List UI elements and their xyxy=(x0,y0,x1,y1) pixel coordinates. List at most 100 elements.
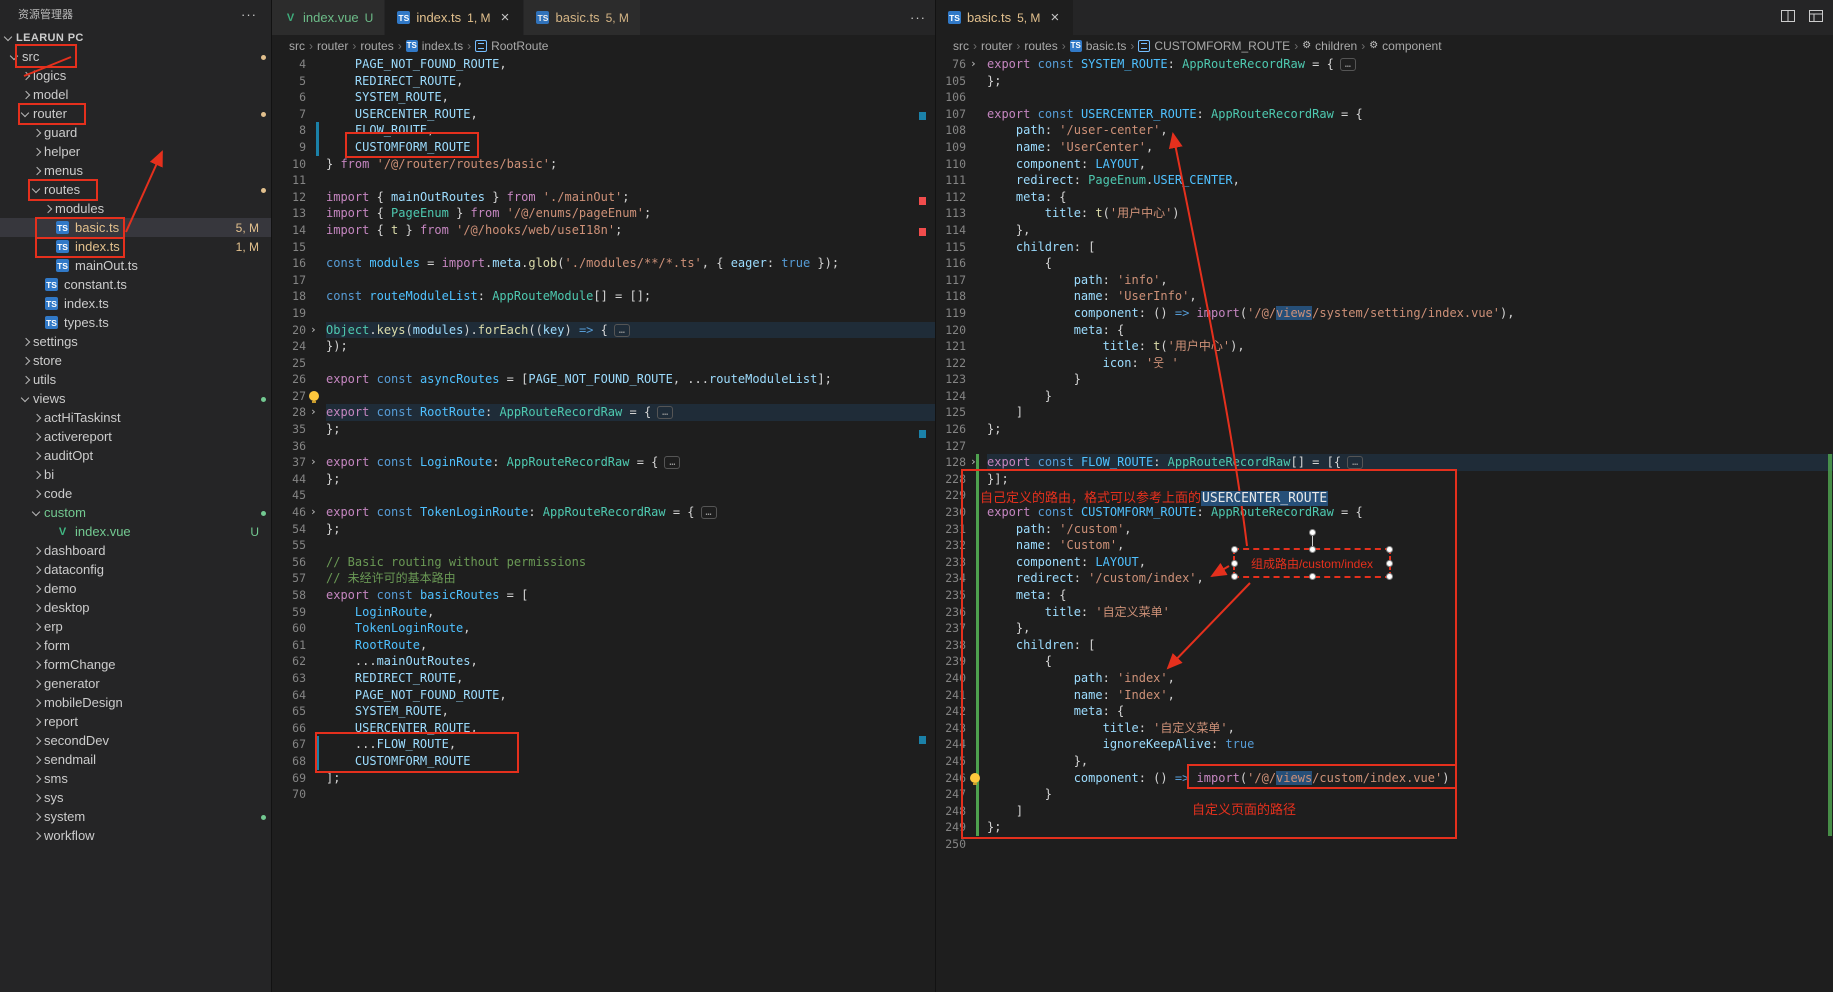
breadcrumb-item-router[interactable]: router xyxy=(981,39,1012,53)
tree-file-mainOut.ts[interactable]: TSmainOut.ts xyxy=(0,256,271,275)
split-editor-icon[interactable] xyxy=(1780,8,1796,27)
tree-folder-guard[interactable]: guard xyxy=(0,123,271,142)
code-line-60[interactable]: 60 TokenLoginRoute, xyxy=(272,620,936,637)
tree-folder-form[interactable]: form xyxy=(0,636,271,655)
code-line-235[interactable]: 235 meta: { xyxy=(936,587,1833,604)
code-line-62[interactable]: 62 ...mainOutRoutes, xyxy=(272,653,936,670)
code-line-109[interactable]: 109 name: 'UserCenter', xyxy=(936,139,1833,156)
code-line-246[interactable]: 246 component: () => import('/@/views/cu… xyxy=(936,770,1833,787)
tree-folder-model[interactable]: model xyxy=(0,85,271,104)
breadcrumb-item-component[interactable]: component xyxy=(1369,39,1441,53)
code-line-25[interactable]: 25 xyxy=(272,355,936,372)
breadcrumb-item-routes[interactable]: routes xyxy=(1024,39,1057,53)
fold-chevron-icon[interactable]: › xyxy=(970,56,977,73)
code-line-14[interactable]: 14import { t } from '/@/hooks/web/useI18… xyxy=(272,222,936,239)
code-line-111[interactable]: 111 redirect: PageEnum.USER_CENTER, xyxy=(936,172,1833,189)
code-line-248[interactable]: 248 ] xyxy=(936,803,1833,820)
fold-chevron-icon[interactable]: › xyxy=(310,322,317,339)
more-actions-icon[interactable]: ··· xyxy=(241,7,257,22)
code-line-121[interactable]: 121 title: t('用户中心'), xyxy=(936,338,1833,355)
tree-folder-menus[interactable]: menus xyxy=(0,161,271,180)
breadcrumb-item-routes[interactable]: routes xyxy=(360,39,393,53)
code-line-20[interactable]: 20›Object.keys(modules).forEach((key) =>… xyxy=(272,322,936,339)
code-line-57[interactable]: 57// 未经许可的基本路由 xyxy=(272,570,936,587)
tab-index.ts[interactable]: TSindex.ts1, M× xyxy=(385,0,524,35)
code-line-65[interactable]: 65 SYSTEM_ROUTE, xyxy=(272,703,936,720)
code-line-229[interactable]: 229 xyxy=(936,487,1833,504)
code-line-68[interactable]: 68 CUSTOMFORM_ROUTE xyxy=(272,753,936,770)
more-actions-icon[interactable]: ··· xyxy=(910,10,926,25)
close-icon[interactable]: × xyxy=(1047,9,1062,26)
tree-folder-routes[interactable]: routes xyxy=(0,180,271,199)
code-line-241[interactable]: 241 name: 'Index', xyxy=(936,687,1833,704)
code-line-69[interactable]: 69]; xyxy=(272,770,936,787)
code-line-230[interactable]: 230export const CUSTOMFORM_ROUTE: AppRou… xyxy=(936,504,1833,521)
code-line-26[interactable]: 26export const asyncRoutes = [PAGE_NOT_F… xyxy=(272,371,936,388)
folded-code-ellipsis[interactable]: … xyxy=(664,456,680,469)
customize-layout-icon[interactable] xyxy=(1808,8,1824,27)
code-line-118[interactable]: 118 name: 'UserInfo', xyxy=(936,288,1833,305)
code-line-6[interactable]: 6 SYSTEM_ROUTE, xyxy=(272,89,936,106)
code-line-105[interactable]: 105}; xyxy=(936,73,1833,90)
tree-folder-logics[interactable]: logics xyxy=(0,66,271,85)
code-line-11[interactable]: 11 xyxy=(272,172,936,189)
resize-handle[interactable] xyxy=(1309,546,1316,553)
workspace-section-header[interactable]: LEARUN PC xyxy=(0,28,271,47)
tree-file-constant.ts[interactable]: TSconstant.ts xyxy=(0,275,271,294)
code-line-110[interactable]: 110 component: LAYOUT, xyxy=(936,156,1833,173)
close-icon[interactable]: × xyxy=(497,9,512,26)
folded-code-ellipsis[interactable]: … xyxy=(1340,58,1356,71)
code-line-37[interactable]: 37›export const LoginRoute: AppRouteReco… xyxy=(272,454,936,471)
code-line-36[interactable]: 36 xyxy=(272,438,936,455)
code-line-13[interactable]: 13import { PageEnum } from '/@/enums/pag… xyxy=(272,205,936,222)
tree-folder-erp[interactable]: erp xyxy=(0,617,271,636)
tree-folder-generator[interactable]: generator xyxy=(0,674,271,693)
code-line-238[interactable]: 238 children: [ xyxy=(936,637,1833,654)
code-line-58[interactable]: 58export const basicRoutes = [ xyxy=(272,587,936,604)
breadcrumb-item-children[interactable]: children xyxy=(1302,39,1357,53)
code-line-125[interactable]: 125 ] xyxy=(936,404,1833,421)
code-line-70[interactable]: 70 xyxy=(272,786,936,803)
code-line-106[interactable]: 106 xyxy=(936,89,1833,106)
resize-handle[interactable] xyxy=(1386,560,1393,567)
tree-folder-settings[interactable]: settings xyxy=(0,332,271,351)
tree-folder-modules[interactable]: modules xyxy=(0,199,271,218)
tree-folder-report[interactable]: report xyxy=(0,712,271,731)
code-line-63[interactable]: 63 REDIRECT_ROUTE, xyxy=(272,670,936,687)
tree-folder-actHiTaskinst[interactable]: actHiTaskinst xyxy=(0,408,271,427)
code-line-120[interactable]: 120 meta: { xyxy=(936,322,1833,339)
folded-code-ellipsis[interactable]: … xyxy=(701,506,717,519)
breadcrumb-item-router[interactable]: router xyxy=(317,39,348,53)
tree-folder-custom[interactable]: custom xyxy=(0,503,271,522)
tree-folder-store[interactable]: store xyxy=(0,351,271,370)
folded-code-ellipsis[interactable]: … xyxy=(1347,456,1363,469)
tree-folder-bi[interactable]: bi xyxy=(0,465,271,484)
code-line-117[interactable]: 117 path: 'info', xyxy=(936,272,1833,289)
code-editor-right[interactable]: 76›export const SYSTEM_ROUTE: AppRouteRe… xyxy=(936,56,1833,992)
breadcrumb-item-src[interactable]: src xyxy=(953,39,969,53)
tree-file-basic.ts[interactable]: TSbasic.ts5, M xyxy=(0,218,271,237)
lightbulb-icon[interactable] xyxy=(970,773,980,783)
tree-folder-auditOpt[interactable]: auditOpt xyxy=(0,446,271,465)
code-line-127[interactable]: 127 xyxy=(936,438,1833,455)
code-line-59[interactable]: 59 LoginRoute, xyxy=(272,604,936,621)
tree-folder-desktop[interactable]: desktop xyxy=(0,598,271,617)
code-line-116[interactable]: 116 { xyxy=(936,255,1833,272)
code-line-244[interactable]: 244 ignoreKeepAlive: true xyxy=(936,736,1833,753)
breadcrumb-item-index.ts[interactable]: TSindex.ts xyxy=(406,39,463,53)
code-line-242[interactable]: 242 meta: { xyxy=(936,703,1833,720)
code-line-4[interactable]: 4 PAGE_NOT_FOUND_ROUTE, xyxy=(272,56,936,73)
resize-handle[interactable] xyxy=(1309,573,1316,580)
tree-folder-views[interactable]: views xyxy=(0,389,271,408)
code-line-10[interactable]: 10} from '/@/router/routes/basic'; xyxy=(272,156,936,173)
code-line-239[interactable]: 239 { xyxy=(936,653,1833,670)
code-line-123[interactable]: 123 } xyxy=(936,371,1833,388)
code-line-8[interactable]: 8 FLOW_ROUTE, xyxy=(272,122,936,139)
tree-folder-sys[interactable]: sys xyxy=(0,788,271,807)
code-editor-main[interactable]: 4 PAGE_NOT_FOUND_ROUTE,5 REDIRECT_ROUTE,… xyxy=(272,56,936,992)
fold-chevron-icon[interactable]: › xyxy=(310,404,317,421)
code-line-56[interactable]: 56// Basic routing without permissions xyxy=(272,554,936,571)
annotation-textbox[interactable]: 组成路由/custom/index xyxy=(1233,548,1391,578)
code-line-19[interactable]: 19 xyxy=(272,305,936,322)
tree-folder-helper[interactable]: helper xyxy=(0,142,271,161)
